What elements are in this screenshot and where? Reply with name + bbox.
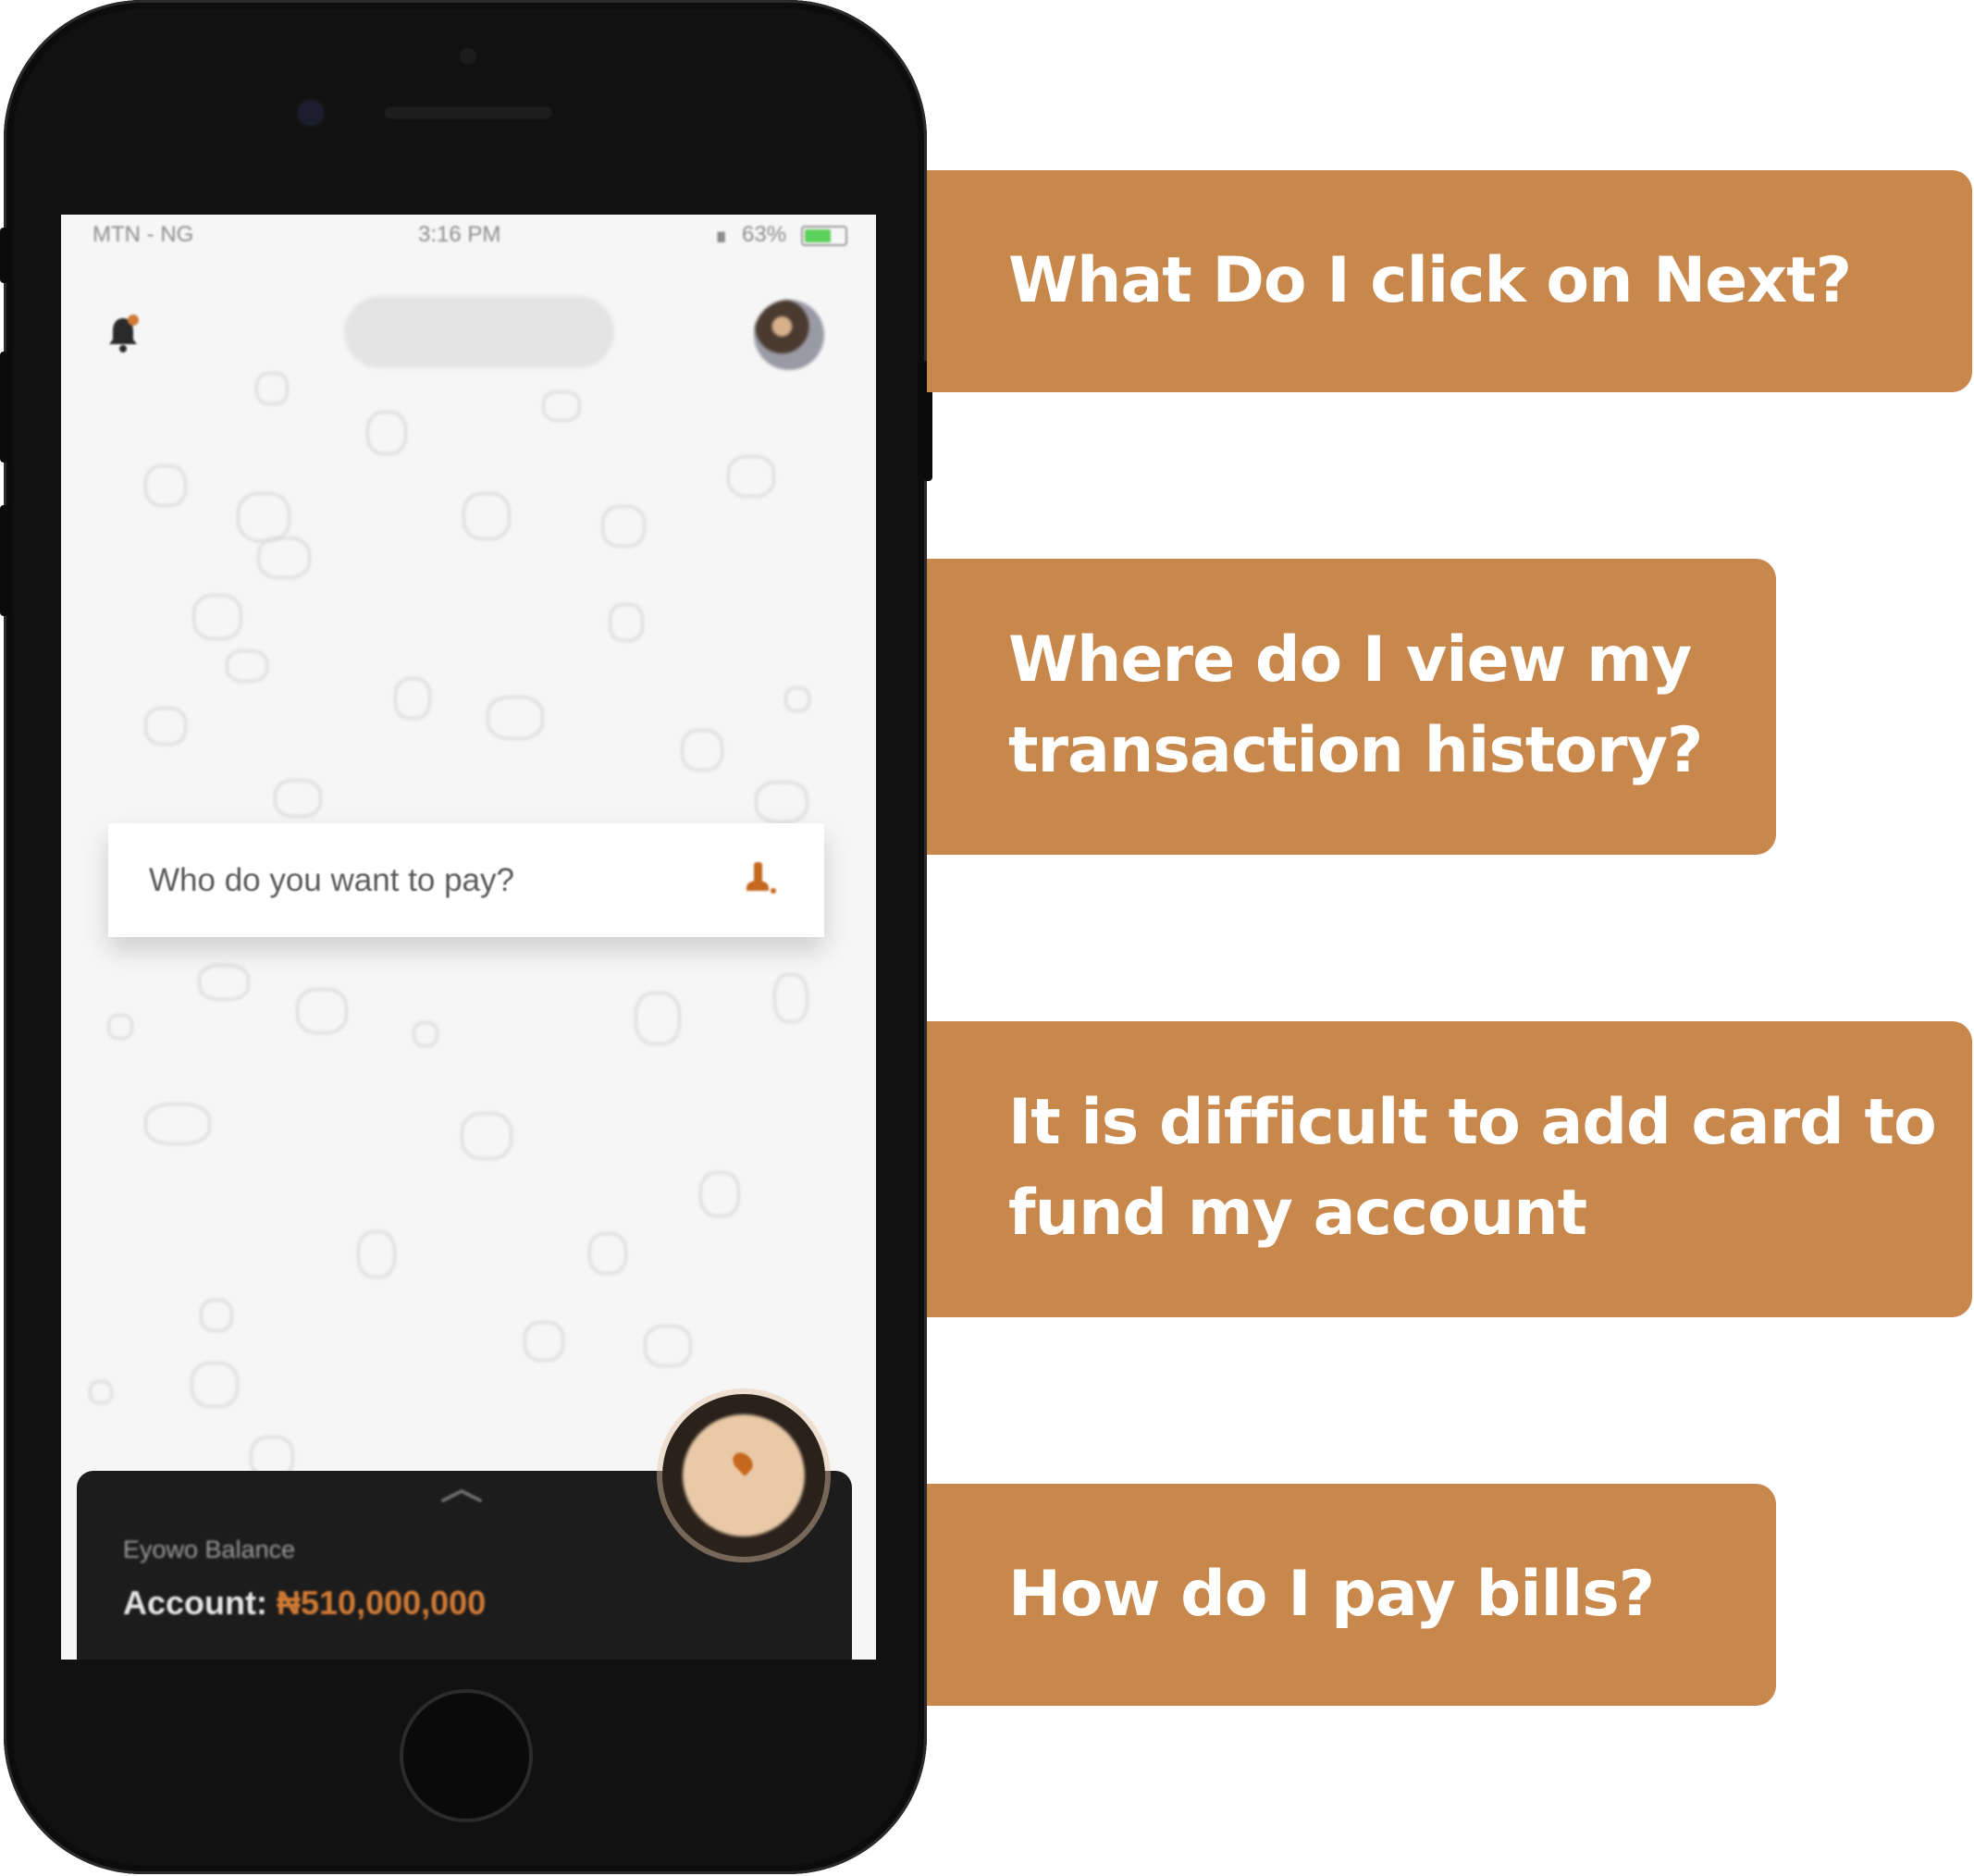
- signal-carrier: MTN - NG: [93, 222, 194, 247]
- volume-down-button: [0, 505, 9, 616]
- account-balance: Account: ₦510,000,000: [123, 1584, 486, 1623]
- phone-mockup: MTN - NG 3:16 PM ∎ 63% Who do you want t…: [0, 0, 932, 1874]
- feedback-card-next: What Do I click on Next?: [927, 170, 1972, 392]
- account-amount: ₦510,000,000: [277, 1584, 487, 1622]
- feedback-text-line-1: It is difficult to add card to: [1008, 1086, 1937, 1159]
- brand-logo-pill: [344, 296, 614, 368]
- earpiece-speaker: [383, 105, 553, 120]
- status-time: 3:16 PM: [418, 222, 501, 247]
- home-button[interactable]: [403, 1693, 529, 1819]
- feedback-card-transaction-history: Where do I view my transaction history?: [927, 559, 1776, 855]
- battery-percent: 63%: [742, 222, 787, 247]
- app-screen: MTN - NG 3:16 PM ∎ 63% Who do you want t…: [61, 215, 876, 1660]
- feedback-card-add-card: It is difficult to add card to fund my a…: [927, 1021, 1972, 1317]
- front-camera: [298, 100, 324, 126]
- status-bar: MTN - NG 3:16 PM ∎ 63%: [61, 215, 876, 252]
- feedback-text-line-1: Where do I view my: [1008, 623, 1692, 697]
- pay-search-field[interactable]: Who do you want to pay?: [108, 823, 824, 937]
- proximity-sensor: [460, 48, 476, 65]
- bluetooth-icon: ∎: [714, 223, 729, 248]
- mute-switch: [0, 228, 9, 283]
- search-placeholder: Who do you want to pay?: [149, 862, 514, 898]
- avatar[interactable]: [754, 300, 824, 370]
- feedback-text: How do I pay bills?: [1008, 1558, 1655, 1631]
- volume-up-button: [0, 352, 9, 463]
- balance-label: Eyowo Balance: [123, 1536, 296, 1563]
- chevron-up-icon[interactable]: [439, 1486, 484, 1504]
- feedback-text-line-2: transaction history?: [1008, 714, 1703, 787]
- bell-icon[interactable]: [107, 315, 139, 353]
- feedback-text: What Do I click on Next?: [1008, 244, 1852, 317]
- feedback-text-line-2: fund my account: [1008, 1177, 1587, 1250]
- feedback-card-pay-bills: How do I pay bills?: [927, 1484, 1776, 1706]
- floating-action-button[interactable]: [662, 1394, 825, 1557]
- battery-icon: [801, 226, 847, 246]
- person-pay-icon[interactable]: [743, 860, 776, 895]
- account-label: Account:: [123, 1584, 267, 1622]
